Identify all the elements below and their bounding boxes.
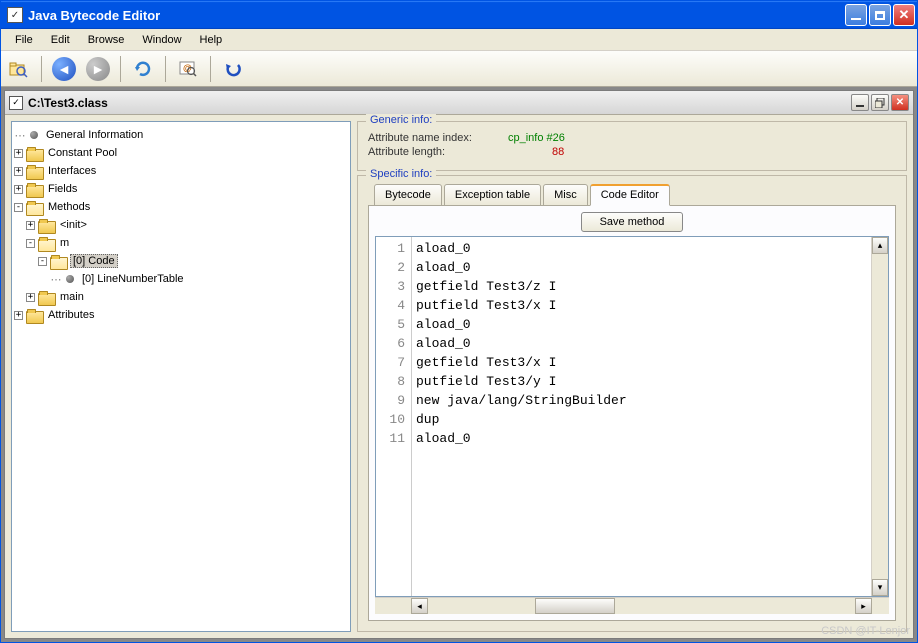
menu-edit[interactable]: Edit xyxy=(43,32,78,48)
tree-attributes[interactable]: Attributes xyxy=(46,309,96,321)
doc-close-button[interactable]: ✕ xyxy=(891,94,909,111)
scroll-up-icon[interactable]: ▴ xyxy=(872,237,888,254)
scroll-down-icon[interactable]: ▾ xyxy=(872,579,888,596)
generic-info-panel: Generic info: Attribute name index: cp_i… xyxy=(357,121,907,171)
expand-icon[interactable]: + xyxy=(14,185,23,194)
document-title: C:\Test3.class xyxy=(28,96,851,110)
minimize-button[interactable] xyxy=(845,4,867,26)
specific-info-panel: Specific info: Bytecode Exception table … xyxy=(357,175,907,632)
tree-panel[interactable]: ⋯General Information +Constant Pool +Int… xyxy=(11,121,351,632)
menu-browse[interactable]: Browse xyxy=(80,32,133,48)
document-content: ⋯General Information +Constant Pool +Int… xyxy=(5,115,913,638)
folder-icon xyxy=(38,219,54,232)
separator xyxy=(210,56,211,82)
expand-icon[interactable]: + xyxy=(14,149,23,158)
folder-icon xyxy=(26,147,42,160)
attr-name-index-value: cp_info #26 xyxy=(508,132,565,144)
separator xyxy=(165,56,166,82)
scroll-right-icon[interactable]: ▸ xyxy=(855,598,872,614)
menu-help[interactable]: Help xyxy=(192,32,231,48)
document-icon: ✓ xyxy=(9,96,23,110)
tree-lnt[interactable]: [0] LineNumberTable xyxy=(80,273,186,285)
tree-general-info[interactable]: General Information xyxy=(44,129,145,141)
scroll-left-icon[interactable]: ◂ xyxy=(411,598,428,614)
tree-interfaces[interactable]: Interfaces xyxy=(46,165,98,177)
tab-exception-table[interactable]: Exception table xyxy=(444,184,541,206)
undo-icon[interactable] xyxy=(219,55,247,83)
vertical-scrollbar[interactable]: ▴ ▾ xyxy=(871,237,888,596)
close-button[interactable]: ✕ xyxy=(893,4,915,26)
tree-code[interactable]: [0] Code xyxy=(70,254,118,268)
menubar: File Edit Browse Window Help xyxy=(1,29,917,51)
collapse-icon[interactable]: - xyxy=(38,257,47,266)
document-window: ✓ C:\Test3.class ✕ ⋯General Information … xyxy=(4,90,914,639)
save-method-button[interactable]: Save method xyxy=(581,212,684,232)
right-panel: Generic info: Attribute name index: cp_i… xyxy=(357,121,907,632)
nav-forward-icon[interactable]: ► xyxy=(84,55,112,83)
folder-icon xyxy=(26,165,42,178)
doc-minimize-button[interactable] xyxy=(851,94,869,111)
tab-code-editor[interactable]: Code Editor xyxy=(590,184,670,206)
app-window: ✓ Java Bytecode Editor ✕ File Edit Brows… xyxy=(0,0,918,643)
document-titlebar[interactable]: ✓ C:\Test3.class ✕ xyxy=(5,91,913,115)
folder-icon xyxy=(26,309,42,322)
collapse-icon[interactable]: - xyxy=(26,239,35,248)
attr-length-value: 88 xyxy=(552,146,564,158)
tree-constant-pool[interactable]: Constant Pool xyxy=(46,147,119,159)
separator xyxy=(41,56,42,82)
scroll-thumb[interactable] xyxy=(535,598,615,614)
horizontal-scrollbar[interactable]: ◂ ▸ xyxy=(375,597,889,614)
mdi-area: ✓ C:\Test3.class ✕ ⋯General Information … xyxy=(1,87,917,642)
nav-back-icon[interactable]: ◄ xyxy=(50,55,78,83)
expand-icon[interactable]: + xyxy=(14,311,23,320)
tab-bytecode[interactable]: Bytecode xyxy=(374,184,442,206)
code-editor[interactable]: 1234567891011 aload_0aload_0getfield Tes… xyxy=(375,236,889,597)
tree-init[interactable]: <init> xyxy=(58,219,89,231)
titlebar[interactable]: ✓ Java Bytecode Editor ✕ xyxy=(1,1,917,29)
expand-icon[interactable]: + xyxy=(14,167,23,176)
doc-restore-button[interactable] xyxy=(871,94,889,111)
maximize-button[interactable] xyxy=(869,4,891,26)
line-gutter: 1234567891011 xyxy=(376,237,412,596)
refresh-icon[interactable] xyxy=(129,55,157,83)
bullet-icon xyxy=(66,275,74,283)
watermark: CSDN @IT-Lenjor xyxy=(821,625,910,637)
menu-file[interactable]: File xyxy=(7,32,41,48)
collapse-icon[interactable]: - xyxy=(14,203,23,212)
inspect-icon[interactable]: @ xyxy=(174,55,202,83)
tab-misc[interactable]: Misc xyxy=(543,184,588,206)
attr-name-index-label: Attribute name index: xyxy=(368,132,508,144)
folder-icon xyxy=(38,291,54,304)
tree-main[interactable]: main xyxy=(58,291,86,303)
app-title: Java Bytecode Editor xyxy=(28,8,845,23)
attr-length-label: Attribute length: xyxy=(368,146,508,158)
app-icon: ✓ xyxy=(7,7,23,23)
scroll-track[interactable] xyxy=(872,254,888,579)
tree-fields[interactable]: Fields xyxy=(46,183,79,195)
scroll-track[interactable] xyxy=(428,598,855,614)
menu-window[interactable]: Window xyxy=(134,32,189,48)
code-text[interactable]: aload_0aload_0getfield Test3/z Iputfield… xyxy=(412,237,871,596)
tab-content: Save method 1234567891011 aload_0aload_0… xyxy=(368,205,896,621)
generic-legend: Generic info: xyxy=(366,114,436,126)
separator xyxy=(120,56,121,82)
folder-search-icon[interactable] xyxy=(5,55,33,83)
tree-m[interactable]: m xyxy=(58,237,71,249)
folder-open-icon xyxy=(26,201,42,214)
folder-icon xyxy=(26,183,42,196)
toolbar: ◄ ► @ xyxy=(1,51,917,87)
tabs: Bytecode Exception table Misc Code Edito… xyxy=(368,184,896,206)
expand-icon[interactable]: + xyxy=(26,293,35,302)
expand-icon[interactable]: + xyxy=(26,221,35,230)
folder-open-icon xyxy=(38,237,54,250)
bullet-icon xyxy=(30,131,38,139)
tree-methods[interactable]: Methods xyxy=(46,201,92,213)
specific-legend: Specific info: xyxy=(366,168,436,180)
folder-open-icon xyxy=(50,255,66,268)
